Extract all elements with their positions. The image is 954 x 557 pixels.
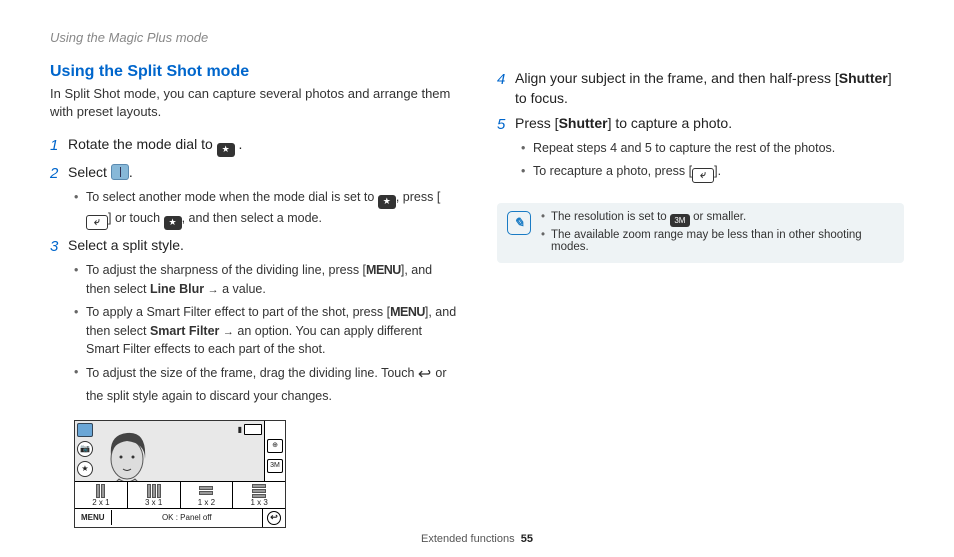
face-illustration (97, 425, 157, 481)
panel-option[interactable]: 1 x 2 (181, 482, 234, 508)
step-number: 5 (497, 114, 515, 135)
section-intro: In Split Shot mode, you can capture seve… (50, 85, 457, 121)
lcd-menu-button[interactable]: MENU (75, 510, 112, 525)
note-item-2: The available zoom range may be less tha… (541, 229, 894, 253)
menu-label: MENU (366, 263, 401, 277)
mode-dial-star-icon (217, 143, 235, 157)
step-3-note-3: To adjust the size of the frame, drag th… (74, 363, 457, 406)
text: , press [ (396, 190, 440, 204)
note-box: ✎ The resolution is set to or smaller. T… (497, 203, 904, 263)
text: ] to capture a photo. (608, 115, 733, 131)
step-2: 2 Select . (50, 163, 457, 184)
running-header: Using the Magic Plus mode (50, 30, 904, 45)
battery-icon (244, 424, 262, 435)
text: The resolution is set to (551, 211, 670, 223)
undo-icon (418, 363, 432, 387)
step-3-text: Select a split style. (68, 236, 457, 257)
split-shot-icon (111, 164, 129, 180)
lcd-camera-icon: 📷 (77, 441, 93, 457)
text: , and then select a mode. (182, 211, 322, 225)
step-1-text: Rotate the mode dial to (68, 136, 217, 152)
step-5-note-2: To recapture a photo, press []. (521, 162, 904, 183)
step-number: 2 (50, 163, 68, 184)
panel-label: 1 x 3 (250, 498, 267, 507)
step-number: 1 (50, 135, 68, 157)
panel-label: 2 x 1 (92, 498, 109, 507)
note-item-1: The resolution is set to or smaller. (541, 211, 894, 227)
line-blur-label: Line Blur (150, 282, 204, 296)
step-5: 5 Press [Shutter] to capture a photo. (497, 114, 904, 135)
lcd-ok-text: OK : Panel off (112, 510, 262, 525)
column-left: Using the Split Shot mode In Split Shot … (50, 63, 457, 528)
text: To recapture a photo, press [ (533, 164, 692, 178)
text: To apply a Smart Filter effect to part o… (86, 305, 390, 319)
panel-option[interactable]: 1 x 3 (233, 482, 285, 508)
step-2-note: To select another mode when the mode dia… (74, 188, 457, 230)
text: ]. (714, 164, 721, 178)
footer-label: Extended functions (421, 533, 515, 545)
note-icon: ✎ (507, 211, 531, 235)
step-3-note-2: To apply a Smart Filter effect to part o… (74, 303, 457, 359)
step-2-text: Select (68, 164, 111, 180)
text: Press [ (515, 115, 559, 131)
step-3-note-1: To adjust the sharpness of the dividing … (74, 261, 457, 299)
page-number: 55 (521, 533, 533, 545)
panel-label: 3 x 1 (145, 498, 162, 507)
back-button-icon (692, 168, 714, 183)
shutter-label: Shutter (839, 70, 888, 86)
lcd-res-icon: ⊕ (267, 439, 283, 453)
arrow-icon: → (223, 326, 234, 338)
page-footer: Extended functions 55 (0, 533, 954, 545)
smart-filter-label: Smart Filter (150, 324, 219, 338)
arrow-icon: → (208, 284, 219, 296)
shutter-label: Shutter (559, 115, 608, 131)
step-number: 3 (50, 236, 68, 257)
menu-label: MENU (390, 305, 425, 319)
mode-dial-star-icon (378, 195, 396, 209)
text: To adjust the sharpness of the dividing … (86, 263, 366, 277)
text: a value. (219, 282, 266, 296)
mode-dial-star-icon (164, 216, 182, 230)
panel-option[interactable]: 3 x 1 (128, 482, 181, 508)
section-title: Using the Split Shot mode (50, 63, 457, 81)
panel-label: 1 x 2 (198, 498, 215, 507)
lcd-panel-row: 2 x 1 3 x 1 1 x 2 1 x 3 (75, 481, 285, 508)
text: ] or touch (108, 211, 164, 225)
panel-option[interactable]: 2 x 1 (75, 482, 128, 508)
step-3: 3 Select a split style. (50, 236, 457, 257)
back-button-icon (86, 215, 108, 230)
column-right: 4 Align your subject in the frame, and t… (497, 63, 904, 528)
return-icon: ↩ (267, 511, 281, 525)
lcd-preview: ▮ 📷 ★ (74, 420, 286, 528)
lcd-return-button[interactable]: ↩ (262, 509, 285, 527)
step-1: 1 Rotate the mode dial to . (50, 135, 457, 157)
resolution-3m-icon (670, 214, 690, 227)
lcd-star-icon: ★ (77, 461, 93, 477)
lcd-3m-icon: 3M (267, 459, 283, 473)
lcd-count-icon: ▮ (238, 425, 242, 434)
text: Align your subject in the frame, and the… (515, 70, 839, 86)
step-4: 4 Align your subject in the frame, and t… (497, 69, 904, 108)
text: To adjust the size of the frame, drag th… (86, 366, 418, 380)
step-number: 4 (497, 69, 515, 108)
lcd-scene: ▮ 📷 ★ (75, 421, 264, 481)
step-5-note-1: Repeat steps 4 and 5 to capture the rest… (521, 139, 904, 158)
text: To select another mode when the mode dia… (86, 190, 378, 204)
text: or smaller. (690, 211, 746, 223)
lcd-mode-chip-icon (77, 423, 93, 437)
